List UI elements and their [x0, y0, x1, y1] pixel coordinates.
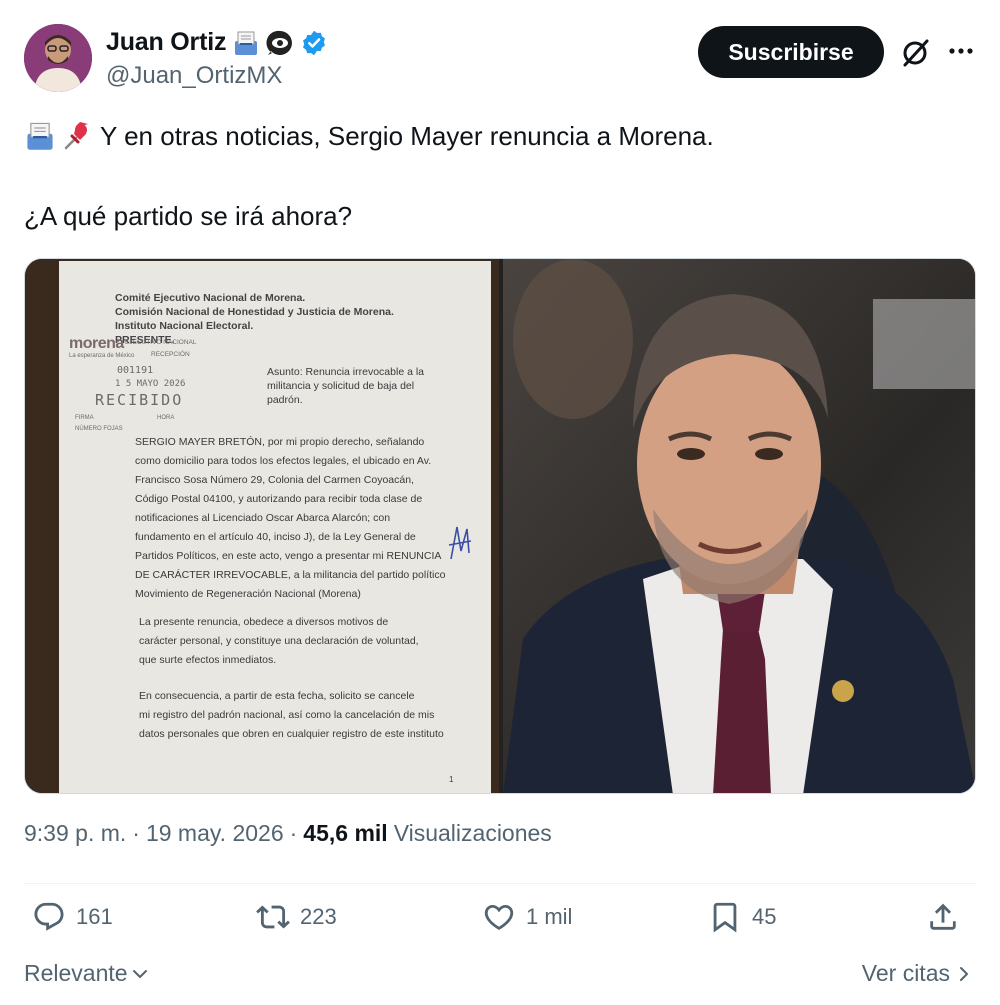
pushpin-emoji-icon [62, 120, 94, 152]
doc-line: notificaciones al Licenciado Oscar Abarc… [135, 512, 391, 524]
subscribe-button[interactable]: Suscribirse [698, 26, 884, 78]
reply-button[interactable]: 161 [32, 900, 113, 934]
doc-line: En consecuencia, a partir de esta fecha,… [139, 690, 415, 702]
resignation-document: Comité Ejecutivo Nacional de Morena. Com… [59, 261, 491, 793]
doc-body-2: La presente renuncia, obedece a diversos… [139, 613, 419, 670]
quotes-label: Ver citas [861, 960, 950, 986]
verified-badge-icon [300, 29, 328, 57]
avatar[interactable] [24, 24, 92, 92]
name-row: Juan Ortiz [106, 28, 328, 57]
repost-count: 223 [300, 904, 337, 929]
doc-line: militancia y solicitud de baja del [267, 380, 415, 392]
meta-separator: · [289, 820, 298, 846]
share-button[interactable] [926, 900, 960, 934]
doc-line: Comité Ejecutivo Nacional de Morena. [115, 292, 306, 304]
reception-stamp: morena La esperanza de México EJECUTIVO … [69, 335, 229, 435]
doc-line: carácter personal, y constituye una decl… [139, 635, 419, 647]
tweet-line-1-text: Y en otras noticias, Sergio Mayer renunc… [100, 121, 714, 151]
display-name[interactable]: Juan Ortiz [106, 28, 226, 57]
bookmark-button[interactable]: 45 [708, 900, 776, 934]
reply-count: 161 [76, 904, 113, 929]
bookmark-icon [713, 902, 737, 933]
stamp-reception: RECEPCIÓN [151, 351, 190, 358]
stamp-fojas: NÚMERO FOJAS [75, 426, 123, 432]
portrait-illustration [503, 259, 975, 793]
eye-speech-bubble-emoji-icon [266, 29, 294, 57]
sort-dropdown[interactable]: Relevante [24, 960, 150, 987]
doc-page-number: 1 [449, 775, 454, 784]
bookmark-count: 45 [752, 904, 777, 929]
doc-line: como domicilio para todos los efectos le… [135, 455, 432, 467]
doc-body: SERGIO MAYER BRETÓN, por mi propio derec… [135, 433, 445, 604]
portrait-photo[interactable] [503, 259, 975, 793]
doc-asunto: Asunto: Renuncia irrevocable a la milita… [267, 365, 424, 407]
meta-separator: · [132, 820, 140, 846]
action-bar: 161 223 1 mil 45 [24, 900, 976, 948]
repost-button[interactable]: 223 [256, 900, 337, 934]
doc-line: Asunto: Renuncia irrevocable a la [267, 366, 425, 378]
doc-line: Movimiento de Regeneración Nacional (Mor… [135, 588, 361, 600]
divider [24, 883, 976, 884]
stamp-tagline: La esperanza de México [69, 353, 135, 359]
more-horizontal-icon[interactable] [946, 36, 976, 66]
signature-mark [448, 526, 472, 560]
document-photo[interactable]: Comité Ejecutivo Nacional de Morena. Com… [25, 259, 499, 793]
tweet-time[interactable]: 9:39 p. m. [24, 820, 126, 847]
tweet-line-2-text: ¿A qué partido se irá ahora? [24, 201, 353, 231]
like-button[interactable]: 1 mil [482, 900, 572, 934]
like-count: 1 mil [526, 904, 573, 929]
share-icon [930, 903, 956, 930]
chevron-right-icon [960, 966, 968, 981]
doc-line: Partidos Políticos, en este acto, vengo … [135, 550, 442, 562]
stamp-number: 001191 [117, 365, 154, 376]
doc-line: DE CARÁCTER IRREVOCABLE, a la militancia… [135, 569, 446, 581]
ballot-box-emoji-icon [232, 29, 260, 57]
tweet-meta: 9:39 p. m. · 19 may. 2026 · 45,6 mil Vis… [24, 820, 552, 847]
doc-line: que surte efectos inmediatos. [139, 654, 277, 666]
handle[interactable]: @Juan_OrtizMX [106, 62, 282, 90]
chevron-down-icon [132, 969, 147, 978]
doc-line: Código Postal 04100, y autorizando para … [135, 493, 423, 505]
doc-line: padrón. [267, 394, 303, 406]
doc-body-3: En consecuencia, a partir de esta fecha,… [139, 687, 444, 744]
doc-line: datos personales que obren en cualquier … [139, 728, 444, 740]
view-quotes-link[interactable]: Ver citas [862, 960, 972, 987]
doc-line: Instituto Nacional Electoral. [115, 320, 254, 332]
doc-line: La presente renuncia, obedece a diversos… [139, 616, 389, 628]
stamp-received: RECIBIDO [95, 391, 184, 409]
sort-label: Relevante [24, 960, 128, 986]
doc-line: SERGIO MAYER BRETÓN, por mi propio derec… [135, 436, 425, 448]
grok-slash-circle-icon[interactable] [898, 36, 932, 70]
stamp-date: 1 5 MAYO 2026 [115, 379, 186, 389]
views-count: 45,6 mil [303, 820, 388, 846]
stamp-hora: HORA [157, 415, 175, 421]
reply-icon [34, 902, 64, 931]
tweet-text: Y en otras noticias, Sergio Mayer renunc… [24, 116, 976, 236]
doc-line: Comisión Nacional de Honestidad y Justic… [115, 306, 394, 318]
tweet-header: Juan Ortiz @Juan_OrtizMX Suscribirse [24, 24, 976, 94]
tweet-date[interactable]: 19 may. 2026 [146, 820, 284, 847]
media-grid: Comité Ejecutivo Nacional de Morena. Com… [24, 258, 976, 794]
stamp-dept: EJECUTIVO NACIONAL [125, 339, 197, 346]
doc-line: mi registro del padrón nacional, así com… [139, 709, 435, 721]
doc-line: Francisco Sosa Número 29, Colonia del Ca… [135, 474, 414, 486]
tweet-line-1: Y en otras noticias, Sergio Mayer renunc… [24, 116, 976, 156]
doc-line: fundamento en el artículo 40, inciso J),… [135, 531, 416, 543]
stamp-firma: FIRMA [75, 415, 94, 421]
heart-icon [484, 904, 514, 930]
views-label: Visualizaciones [393, 820, 552, 846]
replies-footer: Relevante Ver citas [24, 960, 976, 992]
repost-icon [256, 905, 290, 929]
tweet-line-2: ¿A qué partido se irá ahora? [24, 196, 976, 236]
ballot-box-emoji-icon [24, 120, 56, 152]
